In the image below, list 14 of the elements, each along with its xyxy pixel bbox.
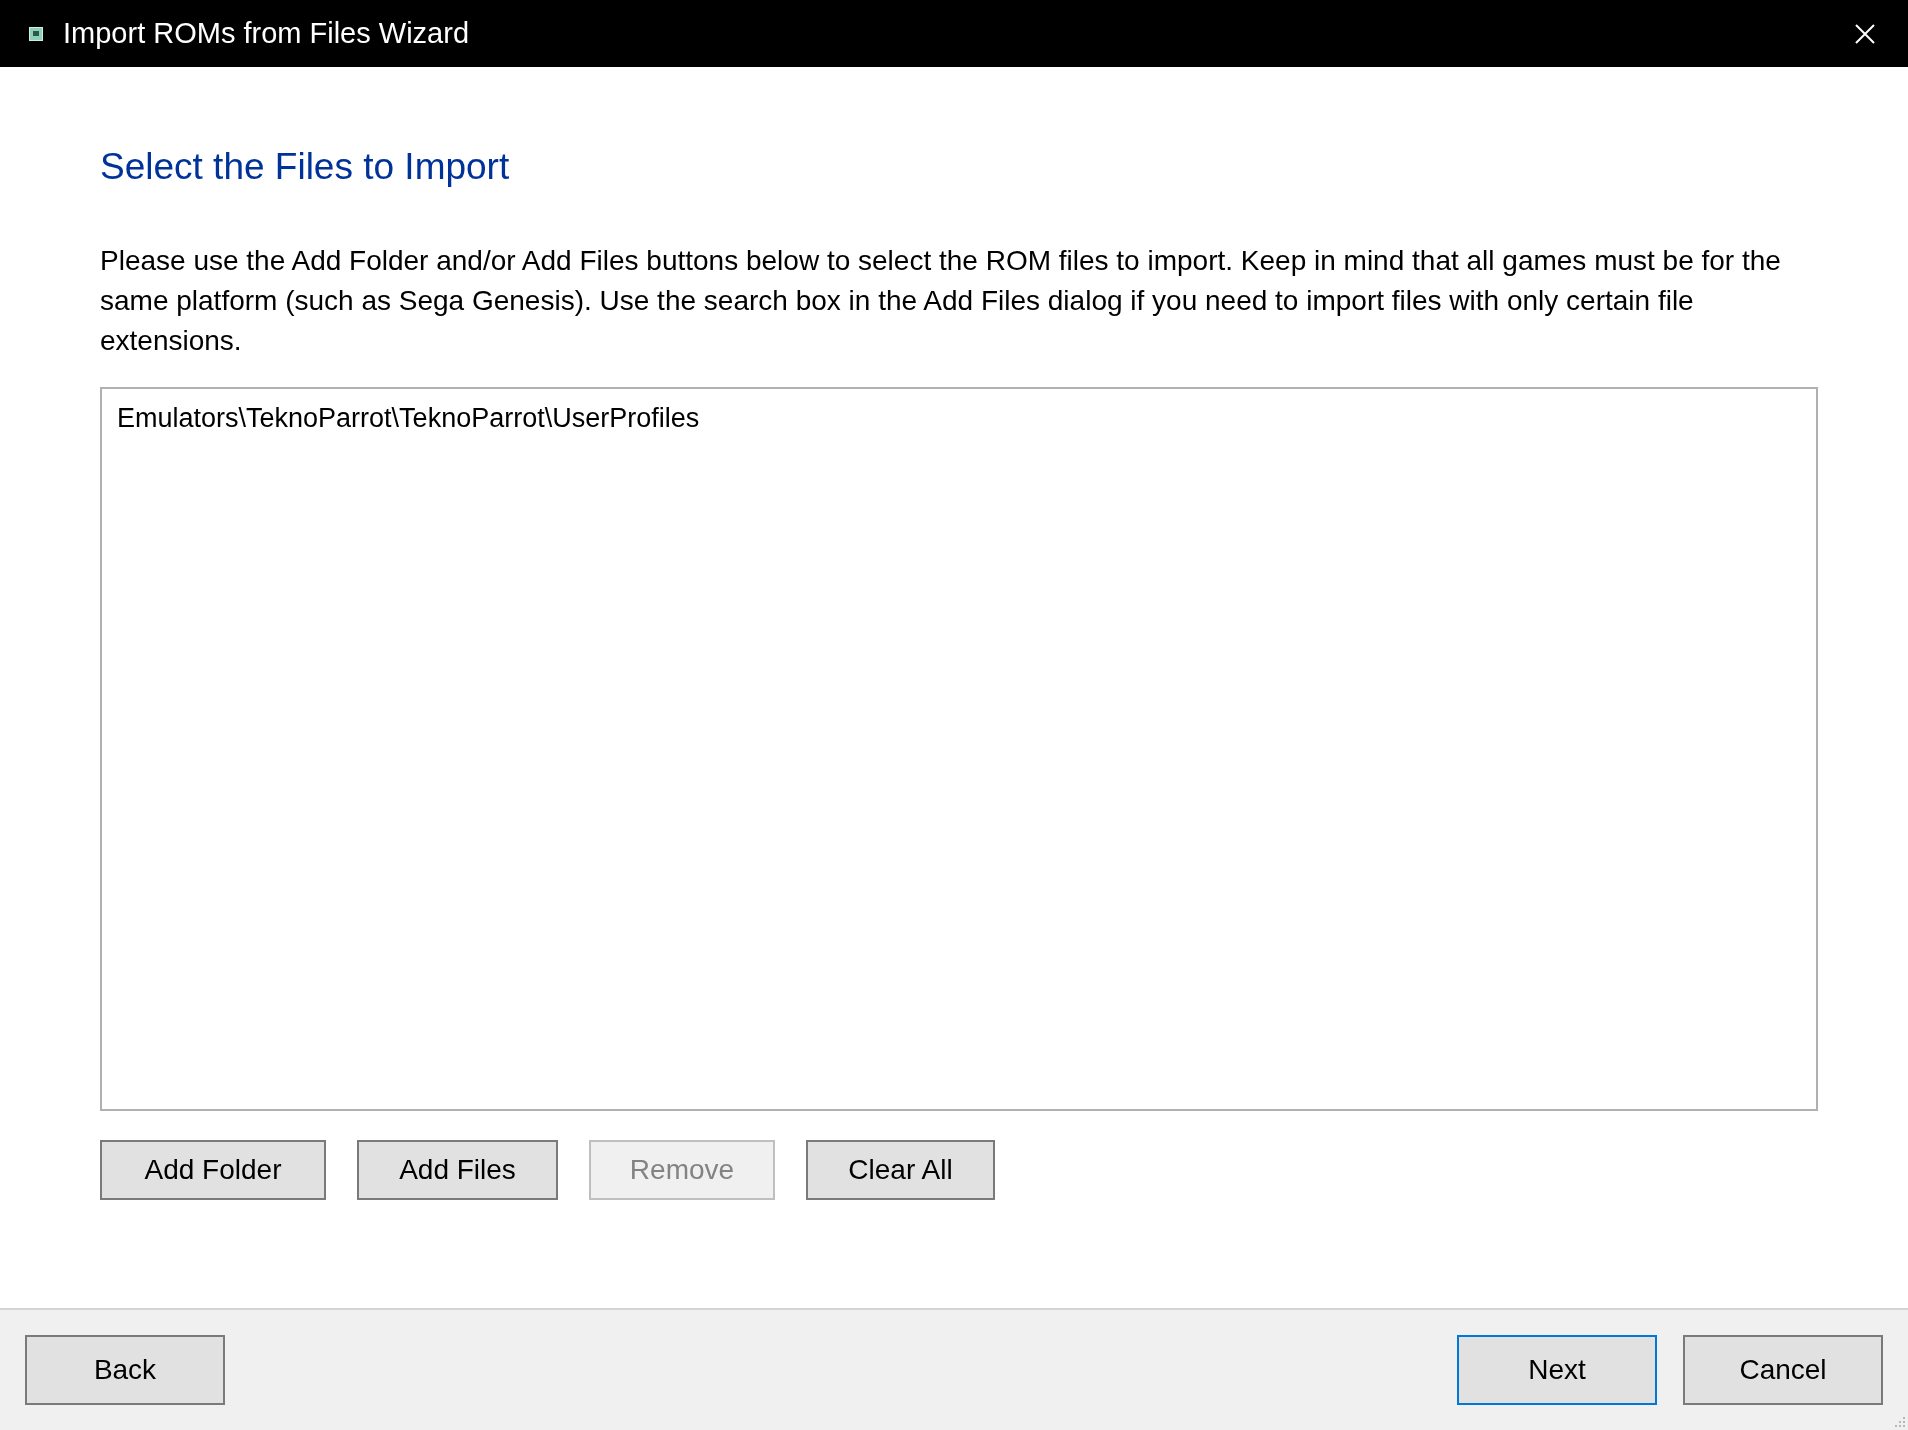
window-title: Import ROMs from Files Wizard [63, 15, 470, 51]
app-icon [29, 26, 43, 41]
list-button[interactable]: Add Folder [100, 1139, 326, 1200]
file-list[interactable]: Emulators\TeknoParrot\TeknoParrot\UserProfiles [100, 386, 1818, 1111]
list-button[interactable]: Clear All [806, 1139, 995, 1200]
resize-grip-icon [1892, 1414, 1906, 1428]
instructions-text: Please use the Add Folder and/or Add Files buttons below to select the ROM files to import. Keep in mind that all games must be for the same platform (such as Sega Genesis). Use the search box in the Add Files dialog if you need to import files with only certain file extensions. [100, 243, 1782, 358]
footer-button[interactable]: Cancel [1683, 1335, 1883, 1405]
footer-button[interactable]: Back [25, 1335, 225, 1405]
close-icon [1854, 22, 1876, 45]
file-list-item[interactable]: Emulators\TeknoParrot\TeknoParrot\UserProfiles [117, 398, 1801, 437]
footer-button[interactable]: Next [1457, 1335, 1657, 1405]
list-button[interactable]: Add Files [357, 1139, 558, 1200]
page-heading: Select the Files to Import [100, 145, 511, 189]
